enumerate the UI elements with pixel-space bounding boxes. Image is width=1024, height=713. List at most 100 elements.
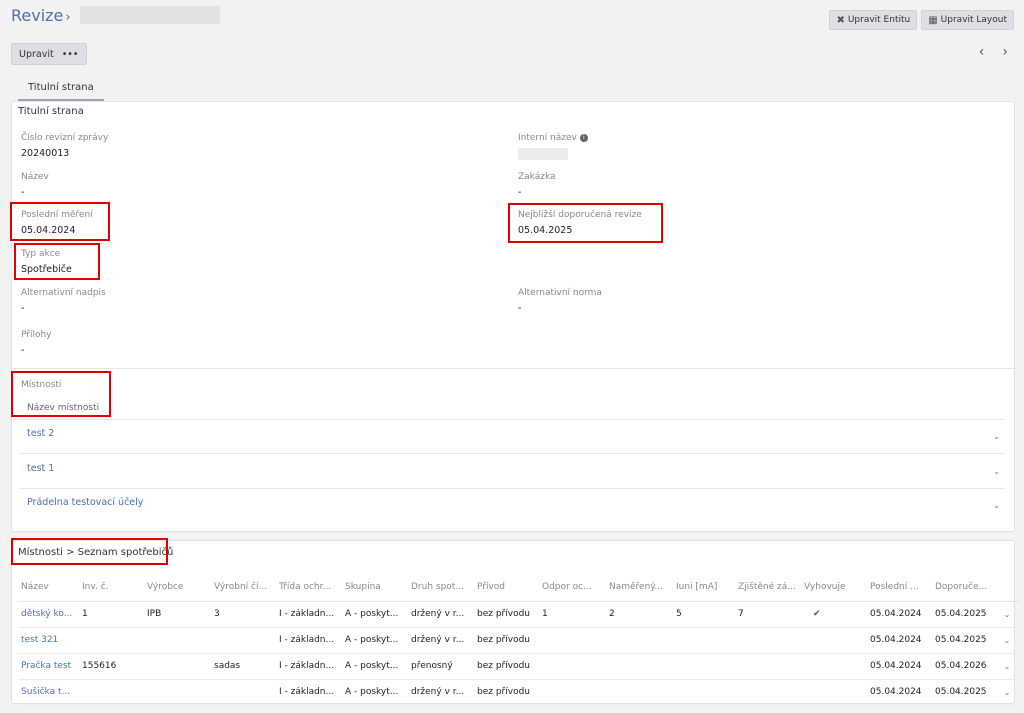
column-header[interactable]: Výrobce [144,573,211,602]
column-header[interactable]: Třída ochr... [276,573,342,602]
column-header[interactable]: Naměřený... [606,573,673,602]
column-header[interactable]: Poslední ... [867,573,932,602]
info-icon[interactable]: i [579,134,588,142]
column-header[interactable]: Skupina [342,573,408,602]
column-header[interactable]: Odpor oc... [539,573,606,602]
top-actions: ✖ Upravit Entitu ▦ Upravit Layout [829,10,1014,30]
table-cell: bez přívodu [474,627,539,654]
next-record-icon[interactable]: › [1002,44,1008,60]
highlight-box [508,203,663,243]
table-row[interactable]: Sušička t... I - základn... A - poskyt..… [18,679,1020,706]
breadcrumb-record-name-redacted [80,6,220,24]
table-cell-name-link[interactable]: Pračka test [18,653,79,680]
edit-button-label: Upravit [19,48,54,60]
edit-layout-label: Upravit Layout [940,15,1007,25]
field-label: Zakázka [518,172,556,182]
chevron-down-icon[interactable]: ⌄ [994,679,1020,706]
page-header: Revize › ✖ Upravit Entitu ▦ Upravit Layou… [0,0,1024,36]
table-cell: 05.04.2024 [867,653,932,680]
table-cell: A - poskyt... [342,601,408,628]
column-header[interactable]: Vyhovuje [801,573,867,602]
edit-button[interactable]: Upravit ••• [11,43,87,65]
table-row[interactable]: Pračka test 155616 sadas I - základn... … [18,653,1020,680]
breadcrumb-separator: › [65,10,71,25]
table-cell: 05.04.2024 [867,679,932,706]
table-row[interactable]: dětský ko... 1 IPB 3 I - základn... A - … [18,601,1020,628]
field-label: Číslo revizní zprávy [21,133,109,143]
field-internal-name: Interní název i [518,133,588,160]
column-header[interactable]: Druh spot... [408,573,474,602]
table-cell-name-link[interactable]: dětský ko... [18,601,79,628]
table-cell: 05.04.2026 [932,653,994,680]
chevron-down-icon[interactable]: ⌄ [994,627,1020,654]
checkmark-icon: ✔ [801,601,867,628]
column-header-actions [994,573,1020,602]
table-cell-name-link[interactable]: test 321 [18,627,79,654]
column-header[interactable]: Zjištěné zá... [735,573,801,602]
column-header[interactable]: Iuni [mA] [673,573,735,602]
field-value: - [21,187,25,198]
appliances-panel: Místnosti > Seznam spotřebičů Název Inv.… [11,538,1020,706]
layout-icon: ▦ [928,14,938,26]
field-value-redacted [518,148,568,160]
room-link[interactable]: test 2 [27,428,54,439]
field-label: Název [21,172,49,182]
record-navigation: ‹ › [979,44,1008,60]
tab-titulni-strana[interactable]: Titulní strana [18,78,104,101]
appliances-table: Název Inv. č. Výrobce Výrobní čí... Tříd… [18,573,1020,706]
table-cell: 7 [735,601,801,628]
table-cell: I - základn... [276,601,342,628]
chevron-down-icon[interactable]: ⌄ [993,501,1000,510]
chevron-down-icon[interactable]: ⌄ [994,653,1020,680]
field-value: - [518,303,522,314]
chevron-down-icon[interactable]: ⌄ [993,467,1000,476]
room-link[interactable]: test 1 [27,463,54,474]
more-options-icon[interactable]: ••• [62,49,79,60]
room-row[interactable]: Prádelna testovací účely ⌄ [20,489,1004,523]
table-cell: 5 [673,601,735,628]
table-cell-name-link[interactable]: Sušička t... [18,679,79,706]
table-cell: 2 [606,601,673,628]
table-cell: 05.04.2024 [867,601,932,628]
field-alt-heading: Alternativní nadpis - [21,288,106,314]
table-cell: I - základn... [276,653,342,680]
table-cell: A - poskyt... [342,653,408,680]
field-attachments: Přílohy - [21,330,52,356]
table-cell: I - základn... [276,627,342,654]
column-header[interactable]: Přívod [474,573,539,602]
table-cell: bez přívodu [474,679,539,706]
column-header[interactable]: Název [18,573,79,602]
breadcrumb-revize-link[interactable]: Revize [11,6,63,25]
breadcrumb: Revize › [11,6,71,25]
table-cell [606,653,673,680]
field-value: - [518,187,522,198]
chevron-down-icon[interactable]: ⌄ [994,601,1020,628]
column-header[interactable]: Doporuče... [932,573,994,602]
table-header-row: Název Inv. č. Výrobce Výrobní čí... Tříd… [18,573,1020,602]
previous-record-icon[interactable]: ‹ [979,44,985,60]
table-cell [801,679,867,706]
tab-bar: Titulní strana [18,78,104,101]
field-name: Název - [21,172,49,198]
highlight-box [11,371,111,417]
column-header[interactable]: Inv. č. [79,573,144,602]
record-toolbar: Upravit ••• [11,43,87,65]
table-row[interactable]: test 321 I - základn... A - poskyt... dr… [18,627,1020,654]
room-link[interactable]: Prádelna testovací účely [27,497,143,508]
table-cell: I - základn... [276,679,342,706]
room-row[interactable]: test 1 ⌄ [20,455,1004,489]
table-cell: držený v r... [408,601,474,628]
table-cell: přenosný [408,653,474,680]
tools-icon: ✖ [836,14,845,26]
chevron-down-icon[interactable]: ⌄ [993,432,1000,441]
table-cell: držený v r... [408,679,474,706]
room-row[interactable]: test 2 ⌄ [20,420,1004,454]
field-report-number: Číslo revizní zprávy 20240013 [21,133,108,159]
table-cell: bez přívodu [474,601,539,628]
edit-entity-button[interactable]: ✖ Upravit Entitu [829,10,918,30]
table-cell: sadas [211,653,276,680]
table-cell [673,679,735,706]
column-header[interactable]: Výrobní čí... [211,573,276,602]
table-cell [211,679,276,706]
edit-layout-button[interactable]: ▦ Upravit Layout [921,10,1014,30]
